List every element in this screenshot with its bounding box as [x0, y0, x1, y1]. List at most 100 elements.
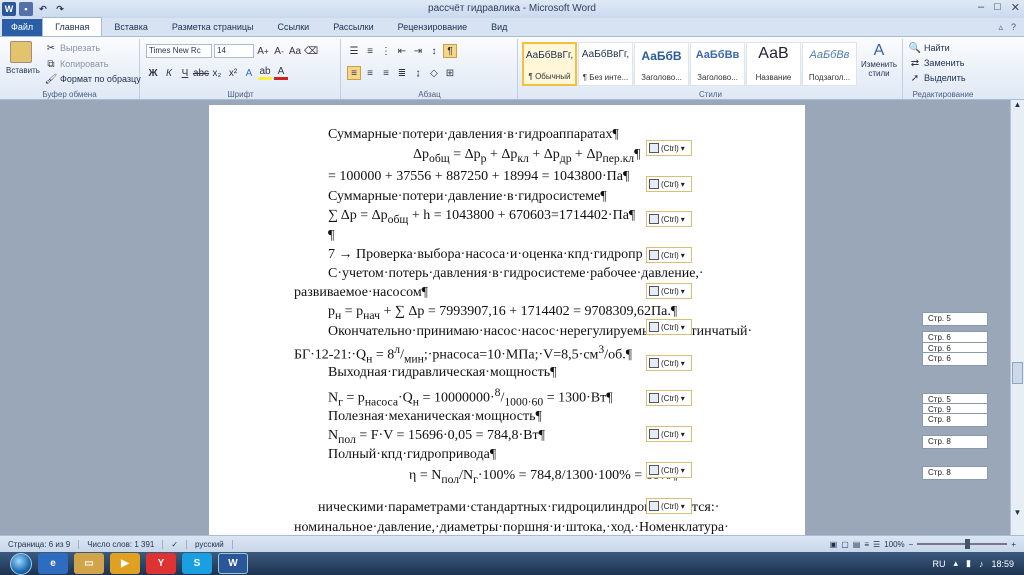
explorer-icon[interactable]: ▭ — [74, 553, 104, 574]
bullets-icon[interactable]: ☰ — [347, 44, 361, 58]
scroll-down-icon[interactable]: ▼ — [1011, 508, 1024, 517]
align-right-icon[interactable]: ≡ — [379, 66, 393, 80]
page-marker[interactable]: Стр. 8 — [922, 413, 988, 427]
tab-references[interactable]: Ссылки — [266, 19, 322, 36]
page-marker[interactable]: Стр. 8 — [922, 466, 988, 480]
page-marker[interactable]: Стр. 6 — [922, 352, 988, 366]
style-subtitle[interactable]: АаБбВв Подзагол... — [802, 42, 857, 86]
paste-options-button[interactable]: (Ctrl) ▾ — [646, 390, 692, 406]
skype-icon[interactable]: S — [182, 553, 212, 574]
increase-indent-icon[interactable]: ⇥ — [411, 44, 425, 58]
tab-home[interactable]: Главная — [42, 17, 103, 36]
media-player-icon[interactable]: ▶ — [110, 553, 140, 574]
tab-file[interactable]: Файл — [2, 19, 43, 36]
ie-icon[interactable]: e — [38, 553, 68, 574]
minimize-icon[interactable]: – — [978, 1, 984, 14]
paste-button[interactable]: Вставить — [6, 41, 40, 75]
scroll-thumb[interactable] — [1012, 362, 1023, 384]
tab-page-layout[interactable]: Разметка страницы — [160, 19, 266, 36]
style-no-spacing[interactable]: АаБбВвГг, ¶ Без инте... — [578, 42, 633, 86]
word-taskbar-icon[interactable]: W — [218, 553, 248, 574]
align-left-icon[interactable]: ≡ — [347, 66, 361, 80]
borders-icon[interactable]: ⊞ — [443, 66, 457, 80]
paste-options-button[interactable]: (Ctrl) ▾ — [646, 462, 692, 478]
zoom-knob[interactable] — [965, 539, 971, 549]
font-color-icon[interactable]: A — [274, 66, 288, 80]
zoom-out-icon[interactable]: − — [909, 540, 914, 549]
line-spacing-icon[interactable]: ↨ — [411, 66, 425, 80]
superscript-icon[interactable]: x² — [226, 66, 240, 80]
paste-options-button[interactable]: (Ctrl) ▾ — [646, 355, 692, 371]
paste-options-button[interactable]: (Ctrl) ▾ — [646, 426, 692, 442]
zoom-level[interactable]: 100% — [884, 540, 904, 549]
zoom-slider[interactable] — [917, 539, 1008, 549]
page-marker[interactable]: Стр. 5 — [922, 312, 988, 326]
show-formatting-icon[interactable]: ¶ — [443, 44, 457, 58]
web-layout-icon[interactable]: ▤ — [853, 540, 861, 549]
page-count[interactable]: Страница: 6 из 9 — [0, 539, 80, 549]
style-heading-2[interactable]: АаБбВв Заголово... — [690, 42, 745, 86]
style-title[interactable]: АаВ Название — [746, 42, 801, 86]
cut-button[interactable]: ✂ Вырезать — [44, 41, 100, 55]
page-marker[interactable]: Стр. 8 — [922, 435, 988, 449]
outline-icon[interactable]: ≡ — [864, 540, 869, 549]
language[interactable]: русский — [187, 539, 233, 549]
clear-format-icon[interactable]: ⌫ — [304, 44, 318, 58]
minimize-ribbon-icon[interactable]: ▵ — [998, 19, 1003, 36]
language-indicator[interactable]: RU — [932, 559, 945, 569]
change-styles-button[interactable]: A Изменить стили — [857, 42, 901, 78]
paste-options-button[interactable]: (Ctrl) ▾ — [646, 498, 692, 514]
align-center-icon[interactable]: ≡ — [363, 66, 377, 80]
justify-icon[interactable]: ≣ — [395, 66, 409, 80]
tab-view[interactable]: Вид — [479, 19, 519, 36]
shading-icon[interactable]: ◇ — [427, 66, 441, 80]
tab-insert[interactable]: Вставка — [102, 19, 159, 36]
paste-options-button[interactable]: (Ctrl) ▾ — [646, 140, 692, 156]
yandex-icon[interactable]: Y — [146, 553, 176, 574]
full-screen-icon[interactable]: ▢ — [841, 540, 849, 549]
tray-arrow-icon[interactable]: ▴ — [953, 558, 958, 569]
change-case-icon[interactable]: Aa — [288, 44, 302, 58]
font-size-dropdown[interactable]: 14 — [214, 44, 254, 58]
bold-icon[interactable]: Ж — [146, 66, 160, 80]
maximize-icon[interactable]: □ — [994, 1, 1001, 14]
select-button[interactable]: ➚ Выделить — [908, 71, 966, 85]
print-layout-icon[interactable]: ▣ — [830, 540, 838, 549]
multilevel-list-icon[interactable]: ⋮ — [379, 44, 393, 58]
style-normal[interactable]: АаБбВвГг, ¶ Обычный — [522, 42, 577, 86]
paste-options-button[interactable]: (Ctrl) ▾ — [646, 319, 692, 335]
paste-options-button[interactable]: (Ctrl) ▾ — [646, 211, 692, 227]
volume-icon[interactable]: ♪ — [979, 559, 984, 569]
sort-icon[interactable]: ↕ — [427, 44, 441, 58]
decrease-indent-icon[interactable]: ⇤ — [395, 44, 409, 58]
underline-icon[interactable]: Ч — [178, 66, 192, 80]
shrink-font-icon[interactable]: A- — [272, 44, 286, 58]
clock[interactable]: 18:59 — [991, 559, 1014, 569]
paste-options-button[interactable]: (Ctrl) ▾ — [646, 247, 692, 263]
paste-options-button[interactable]: (Ctrl) ▾ — [646, 176, 692, 192]
close-icon[interactable]: ✕ — [1011, 1, 1020, 14]
document-page[interactable]: Суммарные·потери·давления·в·гидроаппарат… — [209, 105, 805, 535]
style-heading-1[interactable]: АаБбВ Заголово... — [634, 42, 689, 86]
subscript-icon[interactable]: x₂ — [210, 66, 224, 80]
start-button[interactable] — [10, 552, 32, 575]
replace-button[interactable]: ⇄ Заменить — [908, 56, 965, 70]
vertical-scrollbar[interactable]: ▲ ▼ — [1010, 100, 1024, 535]
scroll-up-icon[interactable]: ▲ — [1011, 100, 1024, 109]
find-button[interactable]: 🔍 Найти — [908, 41, 950, 55]
numbering-icon[interactable]: ≡ — [363, 44, 377, 58]
network-icon[interactable]: ▮ — [966, 558, 971, 569]
format-painter-button[interactable]: 🖌 Формат по образцу — [44, 72, 141, 86]
copy-button[interactable]: ⧉ Копировать — [44, 57, 108, 71]
paste-options-button[interactable]: (Ctrl) ▾ — [646, 283, 692, 299]
grow-font-icon[interactable]: A + — [256, 44, 270, 58]
highlight-icon[interactable]: ab — [258, 66, 272, 80]
help-icon[interactable]: ? — [1011, 19, 1016, 36]
tab-mailings[interactable]: Рассылки — [321, 19, 385, 36]
draft-icon[interactable]: ☰ — [873, 540, 880, 549]
font-name-dropdown[interactable]: Times New Rc — [146, 44, 212, 58]
strikethrough-icon[interactable]: abc — [193, 66, 209, 80]
tab-review[interactable]: Рецензирование — [386, 19, 480, 36]
word-count[interactable]: Число слов: 1 391 — [79, 539, 164, 549]
spellcheck-icon[interactable]: ✓ — [163, 539, 188, 549]
